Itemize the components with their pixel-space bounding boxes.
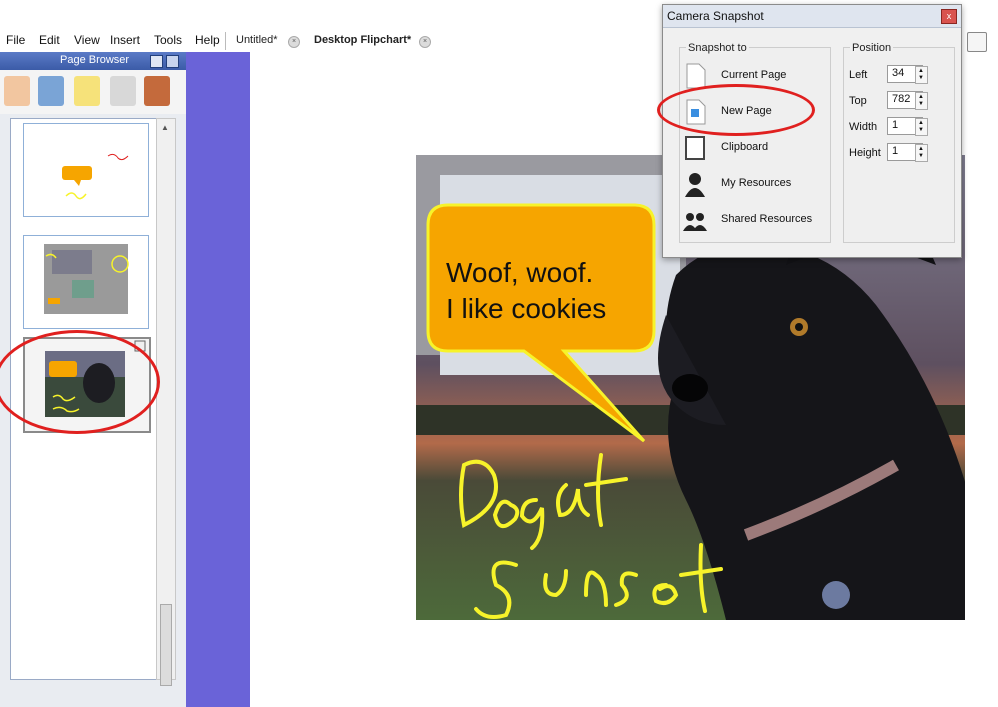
page-browser-header: Page Browser (0, 52, 186, 70)
canvas-margin (186, 52, 250, 707)
snapshot-clipboard-label: Clipboard (721, 141, 769, 153)
dialog-title: Camera Snapshot (667, 9, 764, 23)
bubble-line-2: I like cookies (446, 293, 607, 324)
spinner-down-icon[interactable]: ▼ (918, 101, 924, 107)
position-top-row: Top 782 ▲ ▼ (849, 91, 959, 113)
snapshot-my-resources-button[interactable]: My Resources (683, 169, 823, 199)
height-spinner[interactable]: ▲ ▼ (915, 144, 928, 162)
top-spinner[interactable]: ▲ ▼ (915, 92, 928, 110)
thumbnail-1-preview (62, 153, 129, 200)
snapshot-new-page-label: New Page (721, 105, 772, 117)
position-height-row: Height 1 ▲ ▼ (849, 143, 959, 165)
position-left-row: Left 34 ▲ ▼ (849, 65, 959, 87)
notes-icon[interactable] (74, 76, 100, 106)
menu-tools[interactable]: Tools (154, 33, 182, 47)
snapshot-to-label: Snapshot to (686, 42, 749, 54)
snapshot-new-page-button[interactable]: New Page (683, 97, 823, 127)
dock-icon[interactable] (150, 55, 163, 68)
gallery-icon[interactable] (4, 76, 30, 106)
dialog-title-bar[interactable]: Camera Snapshot x (663, 5, 961, 28)
snapshot-clipboard-button[interactable]: Clipboard (683, 133, 823, 163)
tab-close-icon[interactable]: × (419, 36, 431, 48)
snapshot-shared-resources-label: Shared Resources (721, 213, 813, 225)
blank-page-icon (686, 63, 706, 89)
spinner-up-icon[interactable]: ▲ (918, 94, 924, 100)
page-browser-panel: Page Browser ▲ (0, 52, 186, 707)
position-width-row: Width 1 ▲ ▼ (849, 117, 959, 139)
resource-icon[interactable] (38, 76, 64, 106)
close-icon[interactable]: x (941, 9, 957, 24)
clipboard-icon (685, 136, 705, 160)
new-page-icon (686, 99, 706, 125)
pin-icon[interactable] (166, 55, 179, 68)
menu-help[interactable]: Help (195, 33, 220, 47)
menu-file[interactable]: File (6, 33, 25, 47)
height-label: Height (849, 147, 881, 159)
menu-edit[interactable]: Edit (39, 33, 60, 47)
spinner-up-icon[interactable]: ▲ (918, 120, 924, 126)
scroll-up-icon[interactable]: ▲ (161, 123, 169, 132)
page-thumbnail-2[interactable] (23, 235, 149, 329)
snapshot-current-page-button[interactable]: Current Page (683, 61, 823, 91)
left-spinner[interactable]: ▲ ▼ (915, 66, 928, 84)
camera-snapshot-dialog: Camera Snapshot x Snapshot to Current Pa… (662, 4, 962, 258)
speech-bubble-text: Woof, woof. I like cookies (446, 255, 656, 327)
property-icon[interactable] (110, 76, 136, 106)
person-icon (685, 173, 705, 197)
position-label: Position (850, 42, 894, 54)
spinner-up-icon[interactable]: ▲ (918, 146, 924, 152)
spinner-down-icon[interactable]: ▼ (918, 127, 924, 133)
page-view-icon[interactable] (967, 32, 987, 52)
page-browser-title: Page Browser (60, 54, 130, 66)
page-thumbnail-1[interactable] (23, 123, 149, 217)
width-label: Width (849, 121, 878, 133)
top-label: Top (849, 95, 867, 107)
snapshot-my-resources-label: My Resources (721, 177, 792, 189)
spinner-down-icon[interactable]: ▼ (918, 75, 924, 81)
thumbnail-zoom-slider[interactable] (160, 604, 172, 686)
page-thumbnail-3[interactable] (23, 337, 151, 433)
snapshot-current-page-label: Current Page (721, 69, 787, 81)
left-label: Left (849, 69, 868, 81)
tab-desktop-flipchart[interactable]: Desktop Flipchart* (314, 34, 411, 46)
menu-view[interactable]: View (74, 33, 100, 47)
spinner-down-icon[interactable]: ▼ (918, 153, 924, 159)
width-spinner[interactable]: ▲ ▼ (915, 118, 928, 136)
object-icon[interactable] (144, 76, 170, 106)
tab-untitled[interactable]: Untitled* (236, 34, 278, 46)
snapshot-shared-resources-button[interactable]: Shared Resources (683, 205, 823, 235)
page-list-scrollbar[interactable]: ▲ ▼ (156, 118, 176, 680)
page-list (10, 118, 158, 680)
tab-separator (225, 32, 226, 50)
thumbnail-3-preview (45, 340, 146, 417)
group-icon (683, 213, 707, 231)
menu-insert[interactable]: Insert (110, 33, 140, 47)
thumbnail-2-preview (44, 244, 129, 314)
browser-toolbar (0, 70, 186, 114)
spinner-up-icon[interactable]: ▲ (918, 68, 924, 74)
bubble-line-1: Woof, woof. (446, 257, 594, 288)
tab-close-icon[interactable]: × (288, 36, 300, 48)
